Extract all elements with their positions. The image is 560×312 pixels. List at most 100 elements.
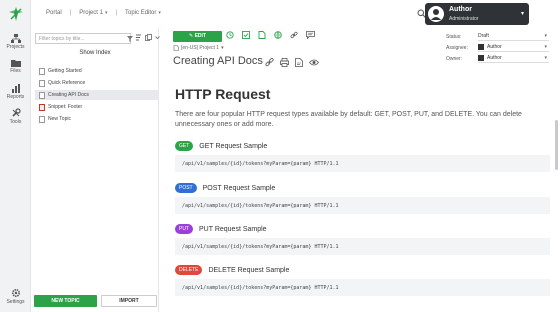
sample-heading-post: POST POST Request Sample [175, 183, 275, 193]
owner-value: Author [487, 55, 502, 61]
user-menu[interactable]: Author Administrator ▾ [425, 3, 529, 25]
rail-label-settings: Settings [6, 299, 25, 305]
topic-panel: Filter topics by title... Show Index Get… [31, 28, 160, 312]
page-title: Creating API Docs [173, 55, 263, 67]
code-block: /api/v1/samples/{id}/tokens?myParam={par… [175, 155, 550, 172]
app-logo-icon[interactable] [8, 6, 24, 22]
content-heading: HTTP Request [175, 86, 271, 102]
link-icon[interactable] [290, 31, 298, 39]
owner-select[interactable]: Author ▾ [478, 54, 549, 63]
globe-icon[interactable] [274, 31, 282, 39]
method-badge-get: GET [175, 141, 194, 151]
import-button[interactable]: IMPORT [101, 295, 157, 307]
wrench-icon [11, 108, 21, 117]
code-block: /api/v1/samples/{id}/tokens?myParam={par… [175, 238, 550, 255]
rail-item-projects[interactable]: Projects [0, 34, 31, 50]
folder-tree-icon [10, 34, 21, 43]
topic-item[interactable]: New Topic [39, 114, 159, 124]
owner-label: Owner: [446, 56, 463, 62]
project-line: [en-US] Project 1 [181, 45, 220, 51]
folder-icon [10, 60, 21, 67]
method-badge-post: POST [175, 183, 197, 193]
breadcrumb-project[interactable]: Project 1 ▾ [79, 10, 107, 16]
code-block: /api/v1/samples/{id}/tokens?myParam={par… [175, 197, 550, 214]
link-icon[interactable] [265, 58, 274, 67]
chevron-down-icon: ▾ [158, 10, 161, 16]
avatar [478, 55, 484, 61]
chevron-down-icon: ▾ [104, 10, 108, 16]
sample-title: POST Request Sample [202, 184, 276, 192]
document-icon [39, 115, 45, 123]
status-label: Status: [446, 34, 462, 40]
edit-label: EDIT [194, 33, 206, 39]
rail-item-tools[interactable]: Tools [0, 108, 31, 125]
topic-label: New Topic [48, 116, 71, 122]
content-intro: There are four popular HTTP request type… [175, 111, 522, 128]
sample-title: PUT Request Sample [199, 225, 267, 233]
topic-item[interactable]: Getting Started [39, 66, 159, 76]
rail-item-settings[interactable]: Settings [0, 288, 31, 305]
chevron-down-icon: ▾ [520, 11, 524, 17]
rail-label-reports: Reports [6, 94, 25, 100]
topic-item[interactable]: Quick Reference [39, 78, 159, 88]
pdf-icon[interactable] [295, 58, 303, 67]
document-icon [39, 91, 45, 99]
sample-heading-put: PUT PUT Request Sample [175, 224, 267, 234]
chevron-down-icon: ▾ [544, 33, 547, 39]
assignee-label: Assignee: [446, 45, 468, 51]
filter-placeholder: Filter topics by title... [39, 36, 85, 42]
topic-label: Creating API Docs [48, 92, 89, 98]
copy-icon[interactable] [145, 34, 152, 41]
sort-icon[interactable] [135, 34, 142, 41]
print-icon[interactable] [280, 58, 289, 67]
sample-title: DELETE Request Sample [208, 266, 290, 274]
user-name: Author [449, 6, 472, 13]
chevron-down-icon: ▾ [544, 44, 547, 50]
comment-icon[interactable] [306, 31, 315, 39]
status-value: Draft [478, 33, 489, 39]
show-index-link[interactable]: Show Index [31, 50, 159, 56]
eye-icon[interactable] [309, 58, 319, 67]
panel-tools [135, 34, 160, 41]
breadcrumb-portal[interactable]: Portal [46, 10, 62, 16]
breadcrumb-separator: | [115, 10, 118, 16]
status-select[interactable]: Draft ▾ [478, 32, 549, 41]
topic-label: Snippet: Footer [48, 104, 83, 110]
topic-label: Getting Started [48, 68, 82, 74]
breadcrumb: Portal | Project 1 ▾ | Topic Editor ▾ [46, 10, 161, 16]
filter-topics-input[interactable]: Filter topics by title... [35, 33, 133, 44]
rail-label-files: Files [10, 68, 21, 74]
assignee-select[interactable]: Author ▾ [478, 43, 549, 52]
document-export-icon[interactable] [258, 31, 266, 39]
left-rail: Projects Files Reports Tools Settings [0, 0, 31, 312]
breadcrumb-separator: | [69, 10, 72, 16]
topic-item[interactable]: Snippet: Footer [39, 102, 159, 112]
document-icon [39, 79, 45, 87]
chart-icon [11, 84, 20, 93]
rail-item-reports[interactable]: Reports [0, 84, 31, 100]
gear-icon [11, 288, 20, 298]
chevron-down-icon: ▾ [544, 55, 547, 61]
history-icon[interactable] [226, 31, 234, 39]
sample-title: GET Request Sample [199, 142, 268, 150]
topic-item-selected[interactable]: Creating API Docs [35, 90, 159, 100]
chevron-down-icon[interactable] [155, 34, 160, 41]
breadcrumb-topic-editor[interactable]: Topic Editor ▾ [125, 10, 161, 16]
document-icon [173, 45, 179, 51]
topic-label: Quick Reference [48, 80, 86, 86]
rail-item-files[interactable]: Files [0, 59, 31, 74]
project-language-selector[interactable]: [en-US] Project 1 ▾ [173, 45, 224, 51]
new-topic-button[interactable]: NEW TOPIC [34, 295, 97, 307]
rail-label-projects: Projects [6, 44, 25, 50]
sample-heading-get: GET GET Request Sample [175, 141, 267, 151]
snippet-icon [39, 103, 45, 111]
avatar [478, 44, 484, 50]
method-badge-delete: DELETE [175, 265, 203, 275]
checklist-icon[interactable] [242, 31, 250, 39]
edit-button[interactable]: ✎ EDIT [173, 31, 222, 42]
sample-heading-delete: DELETE DELETE Request Sample [175, 265, 289, 275]
user-role: Administrator [449, 16, 479, 22]
content-scrollbar[interactable] [555, 120, 558, 170]
filter-icon[interactable] [127, 36, 133, 42]
avatar [428, 6, 444, 22]
